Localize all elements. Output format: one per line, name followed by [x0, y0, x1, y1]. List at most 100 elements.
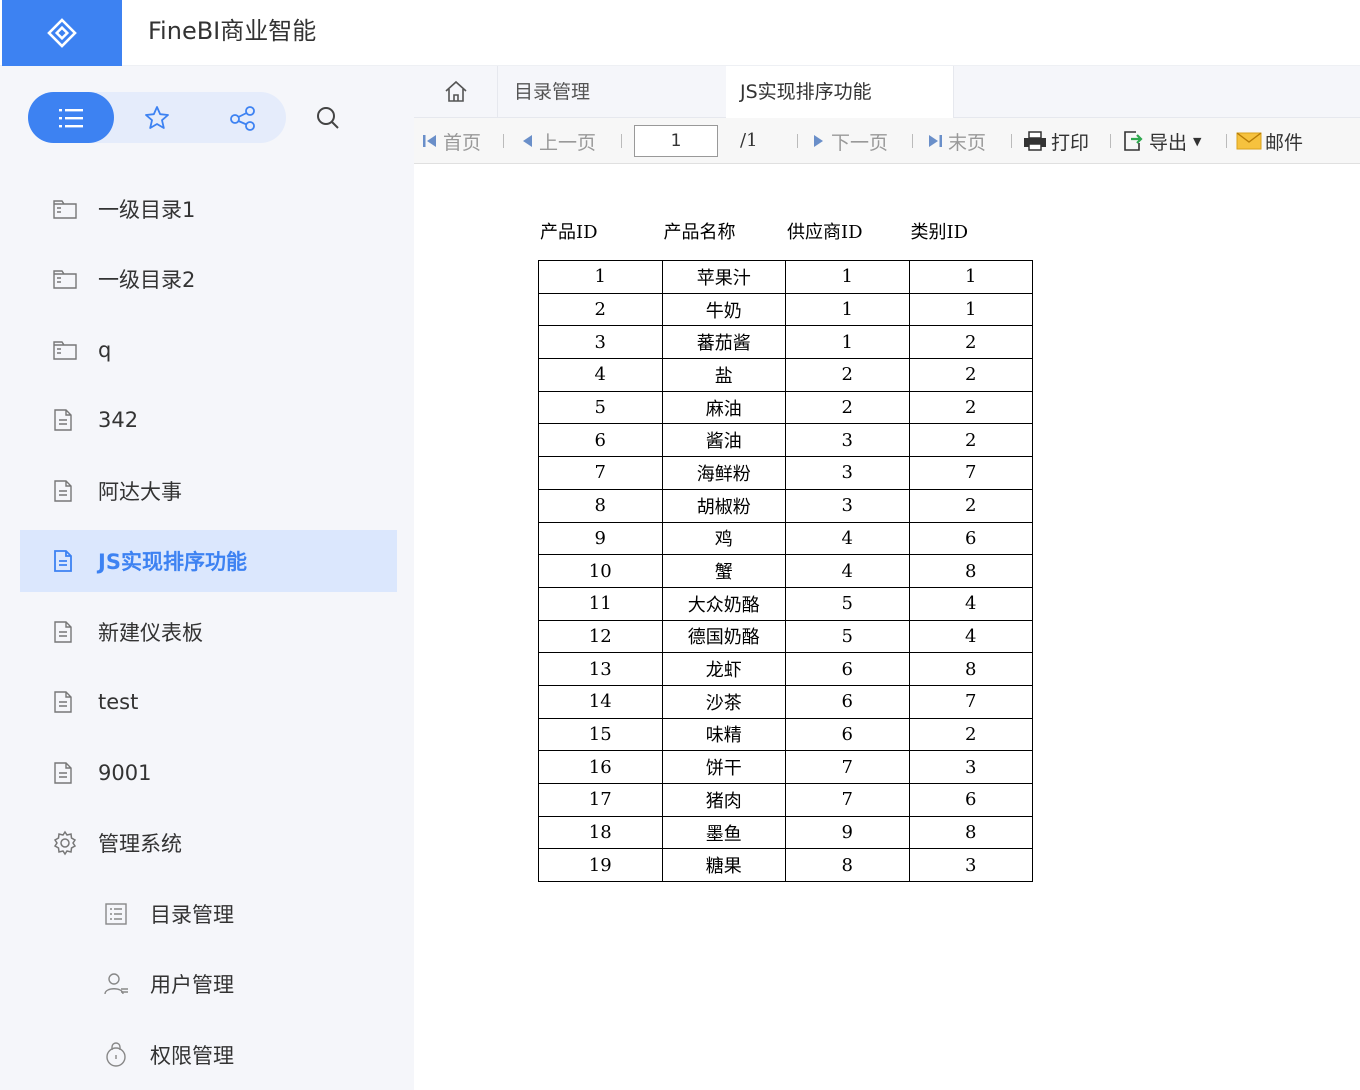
folder-icon: [52, 198, 82, 220]
table-cell: 饼干: [661, 750, 786, 784]
prev-page-button[interactable]: 上一页: [518, 118, 596, 164]
prev-page-icon: [523, 135, 532, 147]
table-cell: 味精: [661, 717, 786, 752]
table-cell: 德国奶酪: [661, 619, 786, 654]
tab-home[interactable]: [414, 66, 498, 118]
sidebar-item-new-dashboard[interactable]: 新建仪表板: [20, 601, 397, 663]
column-header: 类别ID: [910, 222, 969, 243]
table-row: 19 糖果 8 3: [538, 848, 1033, 883]
email-button[interactable]: 邮件: [1236, 118, 1303, 164]
table-row: 7 海鲜粉 3 7: [538, 456, 1033, 490]
search-button[interactable]: [312, 102, 344, 134]
table-row: 15 味精 6 2: [538, 717, 1033, 752]
table-cell: 2: [538, 292, 663, 327]
tab-catalog-management[interactable]: 目录管理: [498, 66, 726, 118]
table-row: 16 饼干 7 3: [538, 750, 1033, 784]
table-cell: 7: [538, 456, 663, 490]
toolbar-divider: [912, 134, 913, 148]
sidebar-item-342[interactable]: 342: [20, 389, 397, 451]
table-cell: 2: [785, 390, 910, 425]
table-cell: 牛奶: [661, 292, 786, 327]
report-header-row: 产品ID 产品名称 供应商ID 类别ID: [538, 218, 1033, 252]
table-cell: 2: [908, 717, 1033, 752]
sidebar-item-label: q: [98, 338, 112, 362]
document-icon: [52, 761, 82, 785]
sidebar-item-label: 一级目录2: [98, 268, 196, 292]
table-cell: 9: [785, 815, 910, 850]
sidebar-item-js-sort[interactable]: JS实现排序功能: [20, 530, 397, 592]
logo[interactable]: [2, 0, 122, 66]
sidebar-item-q[interactable]: q: [20, 319, 397, 381]
table-row: 11 大众奶酪 5 4: [538, 586, 1033, 621]
table-cell: 4: [785, 554, 910, 588]
column-header: 供应商ID: [787, 222, 863, 243]
table-cell: 7: [908, 684, 1033, 719]
table-cell: 3: [785, 456, 910, 490]
export-label: 导出: [1149, 131, 1188, 154]
search-icon: [317, 107, 339, 129]
sidebar-item-label: 权限管理: [150, 1044, 234, 1068]
table-cell: 6: [908, 521, 1033, 556]
table-cell: 龙虾: [661, 652, 786, 686]
table-cell: 3: [908, 750, 1033, 784]
document-icon: [52, 408, 82, 432]
table-cell: 麻油: [661, 390, 786, 425]
report-toolbar: 首页 上一页 /1 下一页 末页 打印 导出 ▼ 邮件: [414, 118, 1360, 164]
shared-view-button[interactable]: [200, 92, 286, 143]
next-page-label: 下一页: [831, 131, 889, 154]
table-cell: 大众奶酪: [661, 586, 786, 621]
table-cell: 3: [785, 423, 910, 458]
table-cell: 1: [785, 292, 910, 327]
first-page-button[interactable]: 首页: [420, 118, 481, 164]
table-cell: 6: [785, 684, 910, 719]
table-cell: 2: [785, 358, 910, 392]
catalog-view-button[interactable]: [28, 92, 114, 143]
sidebar-item-level1-catalog-2[interactable]: 一级目录2: [20, 248, 397, 310]
toolbar-divider: [1011, 134, 1012, 148]
table-cell: 2: [908, 358, 1033, 392]
favorites-view-button[interactable]: [114, 92, 200, 143]
logo-icon: [47, 18, 77, 48]
sidebar-item-test[interactable]: test: [20, 671, 397, 733]
sidebar-item-management-system[interactable]: 管理系统: [20, 812, 397, 874]
table-cell: 1: [908, 260, 1033, 294]
table-row: 9鸡46: [538, 521, 1033, 556]
table-cell: 1: [785, 260, 910, 294]
gear-icon: [52, 830, 82, 856]
sidebar-item-level1-catalog-1[interactable]: 一级目录1: [20, 178, 397, 240]
table-cell: 2: [908, 325, 1033, 360]
chevron-down-icon: ▼: [1193, 134, 1202, 148]
table-cell: 苹果汁: [661, 260, 786, 294]
table-cell: 胡椒粉: [661, 488, 786, 523]
table-row: 17 猪肉 7 6: [538, 783, 1033, 817]
folder-icon: [52, 268, 82, 290]
table-row: 4盐22: [538, 358, 1033, 392]
table-cell: 7: [785, 783, 910, 817]
table-cell: 盐: [661, 358, 786, 392]
table-cell: 13: [538, 652, 663, 686]
table-row: 10 蟹 4 8: [538, 554, 1033, 588]
home-icon: [444, 80, 467, 102]
table-cell: 5: [785, 619, 910, 654]
sidebar-item-label: 一级目录1: [98, 198, 196, 222]
sidebar-item-permission-management[interactable]: 权限管理: [20, 1024, 397, 1086]
sidebar-item-9001[interactable]: 9001: [20, 742, 397, 804]
table-cell: 8: [538, 488, 663, 523]
table-cell: 17: [538, 783, 663, 817]
table-row: 1 苹果汁 1 1: [538, 260, 1033, 294]
table-cell: 15: [538, 717, 663, 752]
sidebar-item-ada[interactable]: 阿达大事: [20, 460, 397, 522]
sidebar-item-catalog-management[interactable]: 目录管理: [20, 883, 397, 945]
sidebar-item-label: 管理系统: [98, 832, 182, 856]
export-button[interactable]: 导出 ▼: [1122, 118, 1201, 164]
print-button[interactable]: 打印: [1022, 118, 1089, 164]
last-page-button[interactable]: 末页: [925, 118, 986, 164]
report-content: 产品ID 产品名称 供应商ID 类别ID 1 苹果汁 1 1 2 牛奶 1 1 3 蕃茄酱 1 2 4 盐…: [538, 218, 1033, 883]
next-page-button[interactable]: 下一页: [810, 118, 888, 164]
export-icon: [1124, 131, 1143, 151]
column-header: 产品ID: [540, 222, 598, 243]
document-icon: [52, 549, 82, 573]
sidebar-item-user-management[interactable]: 用户管理: [20, 953, 397, 1015]
page-number-input[interactable]: [634, 125, 718, 157]
tab-js-sort[interactable]: JS实现排序功能: [726, 66, 954, 118]
